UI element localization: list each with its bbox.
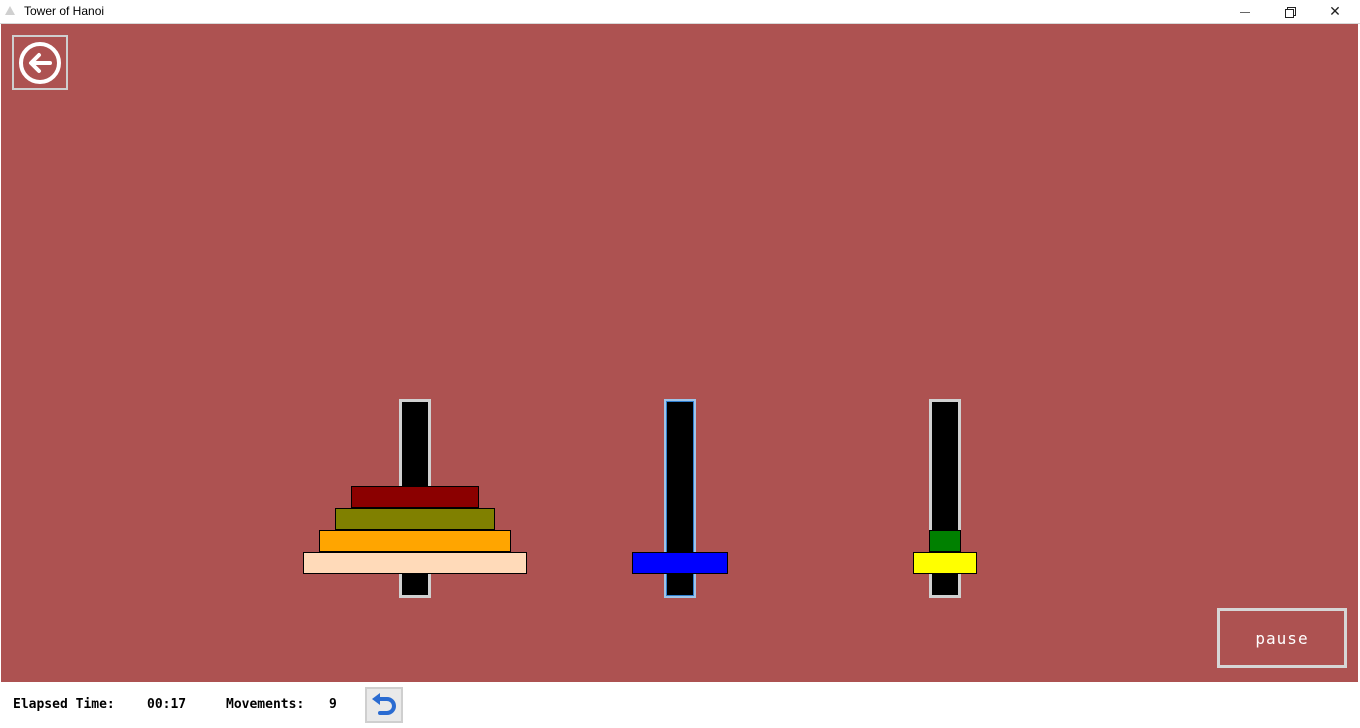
close-button[interactable]: ✕ [1312, 0, 1358, 23]
close-icon: ✕ [1329, 3, 1341, 20]
minimize-button[interactable] [1222, 0, 1268, 23]
status-bar: Elapsed Time: 00:17 Movements: 9 [0, 683, 1360, 728]
back-arrow-icon [19, 41, 61, 84]
app-icon [5, 6, 15, 15]
elapsed-time-label: Elapsed Time: [13, 697, 115, 712]
game-board: pause [1, 24, 1358, 682]
disk-right-1[interactable] [913, 552, 977, 574]
disk-left-1[interactable] [303, 552, 527, 574]
movements-value: 9 [329, 697, 337, 712]
disk-middle-1[interactable] [632, 552, 728, 574]
disk-left-2[interactable] [319, 530, 511, 552]
window-title: Tower of Hanoi [24, 4, 105, 18]
pause-label: pause [1255, 628, 1309, 648]
undo-button[interactable] [365, 687, 403, 723]
disk-left-4[interactable] [351, 486, 479, 508]
back-button[interactable] [12, 35, 68, 90]
disk-right-2[interactable] [929, 530, 961, 552]
disk-left-3[interactable] [335, 508, 495, 530]
maximize-button[interactable] [1267, 0, 1313, 23]
minimize-icon [1240, 12, 1250, 13]
title-bar: Tower of Hanoi ✕ [0, 0, 1360, 24]
restore-icon [1285, 6, 1296, 18]
undo-icon [372, 693, 396, 715]
pause-button[interactable]: pause [1217, 608, 1347, 668]
elapsed-time-value: 00:17 [147, 697, 187, 712]
movements-label: Movements: [226, 697, 305, 712]
